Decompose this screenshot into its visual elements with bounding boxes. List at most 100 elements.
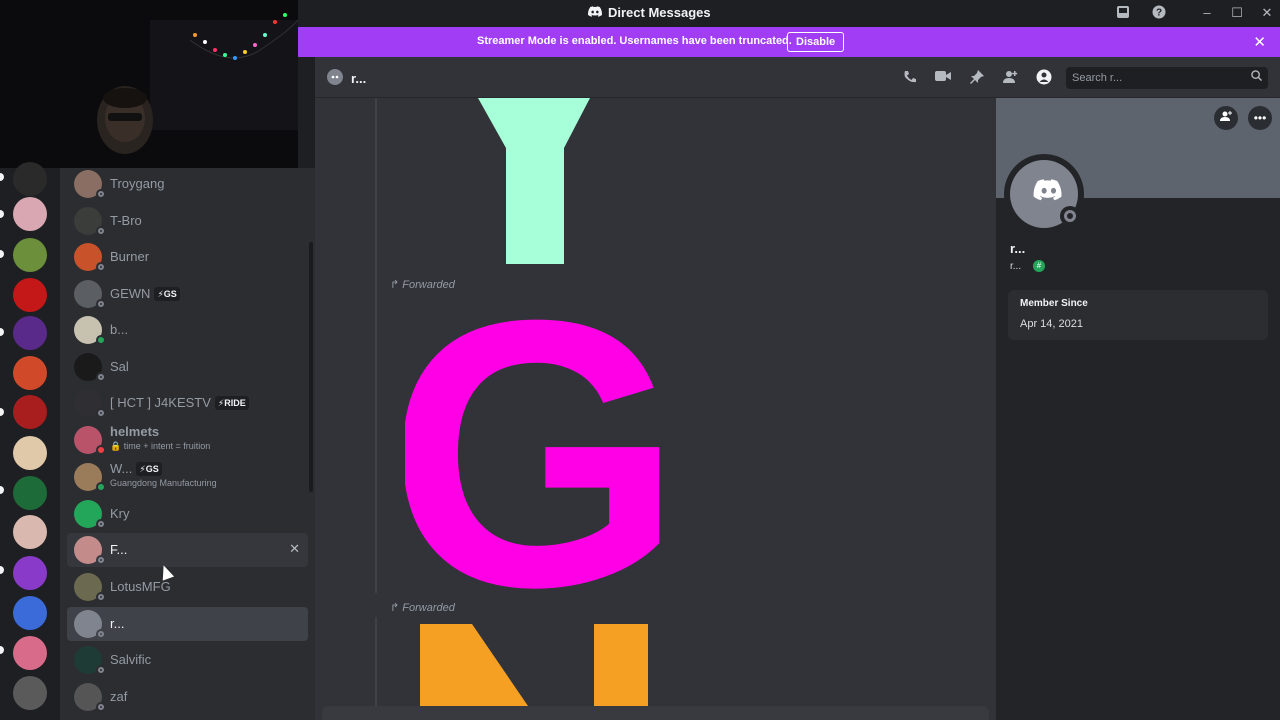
server-icon[interactable] [13, 356, 47, 390]
dm-item-r[interactable]: r... [67, 607, 308, 641]
unread-pip [0, 328, 4, 336]
clan-tag: ⚡GS [136, 462, 162, 476]
pin-icon[interactable] [968, 69, 986, 87]
status-indicator [96, 629, 106, 639]
server-icon[interactable] [13, 395, 47, 429]
dm-item-sal[interactable]: Sal [67, 350, 308, 384]
dm-item-gewn[interactable]: GEWN ⚡GS [67, 277, 308, 311]
dm-name: Burner [110, 249, 150, 264]
dm-name: LotusMFG [110, 579, 171, 594]
server-icon[interactable] [13, 676, 47, 710]
forwarded-image-y[interactable] [478, 98, 590, 264]
dm-name: r... [110, 616, 125, 631]
streamer-mode-message: Streamer Mode is enabled. Usernames have… [477, 35, 792, 47]
status-indicator [96, 592, 106, 602]
maximize-button[interactable]: ☐ [1229, 5, 1245, 21]
streamer-mode-banner: Streamer Mode is enabled. Usernames have… [298, 27, 1280, 57]
dm-name: Sal [110, 359, 129, 374]
dm-item-burner[interactable]: Burner [67, 240, 308, 274]
unread-pip [0, 646, 4, 654]
forwarded-text: Forwarded [402, 279, 455, 291]
status-indicator [1060, 206, 1080, 226]
server-icon[interactable] [13, 476, 47, 510]
disable-streamer-mode-button[interactable]: Disable [787, 32, 845, 52]
dm-item-w[interactable]: W... ⚡GS Guangdong Manufacturing [67, 460, 308, 494]
dm-avatar-icon [327, 69, 343, 88]
forwarded-image-n[interactable] [420, 624, 648, 706]
server-icon[interactable] [13, 636, 47, 670]
forward-arrow-icon: ↱ [390, 602, 403, 614]
server-icon[interactable] [13, 556, 47, 590]
unread-pip [0, 486, 4, 494]
dm-item-j4kestv[interactable]: [ HCT ] J4KESTV ⚡RIDE [67, 386, 308, 420]
profile-display-name: r... [1010, 241, 1026, 256]
member-since-card: Member Since Apr 14, 2021 [1008, 290, 1268, 340]
dm-item-t-bro[interactable]: T-Bro [67, 204, 308, 238]
status-indicator [96, 262, 106, 272]
add-friend-icon[interactable] [1214, 106, 1238, 130]
close-dm-icon[interactable]: ✕ [289, 541, 300, 557]
forwarded-label: ↱ Forwarded [390, 278, 455, 291]
unread-pip [0, 250, 4, 258]
server-icon[interactable] [13, 316, 47, 350]
server-list [0, 162, 60, 720]
close-banner-icon[interactable]: ✕ [1253, 33, 1266, 51]
dm-name: Troygang [110, 176, 165, 191]
dm-item-salvific[interactable]: Salvific [67, 643, 308, 677]
forward-divider [375, 617, 377, 707]
close-window-button[interactable]: ✕ [1259, 5, 1275, 21]
more-options-icon[interactable]: ••• [1248, 106, 1272, 130]
minimize-button[interactable]: – [1199, 5, 1215, 21]
video-call-icon[interactable] [934, 69, 952, 87]
unread-pip [0, 210, 4, 218]
search-input[interactable] [1072, 70, 1242, 86]
inbox-icon[interactable] [1115, 5, 1131, 21]
dm-item-zaf[interactable]: zaf [67, 680, 308, 714]
search-icon[interactable] [1251, 70, 1263, 84]
profile-icon[interactable] [1035, 69, 1053, 87]
member-since-date: Apr 14, 2021 [1020, 318, 1083, 330]
dm-custom-status: 🔒 time + intent = fruition [110, 441, 211, 451]
dm-item-helmets[interactable]: helmets 🔒 time + intent = fruition [67, 423, 308, 457]
server-icon[interactable] [13, 238, 47, 272]
server-icon[interactable] [13, 596, 47, 630]
forwarded-image-g[interactable]: G [405, 302, 665, 590]
search-bar[interactable] [1066, 67, 1268, 89]
forward-arrow-icon: ↱ [390, 279, 403, 291]
dm-name: [ HCT ] J4KESTV ⚡RIDE [110, 395, 249, 410]
dm-item-kry[interactable]: Kry [67, 497, 308, 531]
clan-tag: ⚡GS [154, 287, 180, 301]
dm-item-b[interactable]: b... [67, 313, 308, 347]
dm-name: F... [110, 542, 128, 557]
dm-list-scrollbar[interactable] [309, 242, 313, 492]
dm-item-f[interactable]: F... ✕ [67, 533, 308, 567]
status-indicator [96, 408, 106, 418]
dm-custom-status: Guangdong Manufacturing [110, 478, 217, 488]
unread-pip [0, 408, 4, 416]
server-icon[interactable] [13, 278, 47, 312]
window-title: Direct Messages [588, 5, 711, 20]
dm-name: helmets [110, 424, 160, 439]
forwarded-label: ↱ Forwarded [390, 601, 455, 614]
dm-name-text: GEWN [110, 286, 151, 301]
dm-item-troygang[interactable]: Troygang [67, 167, 308, 201]
member-since-label: Member Since [1020, 298, 1088, 309]
server-icon[interactable] [13, 436, 47, 470]
server-icon[interactable] [13, 197, 47, 231]
dm-name: b... [110, 322, 129, 337]
chat-header: r... [315, 57, 1280, 98]
add-friends-icon[interactable] [1001, 69, 1019, 87]
status-indicator [96, 189, 106, 199]
clan-tag: ⚡RIDE [214, 396, 249, 410]
discord-logo-icon [588, 5, 603, 20]
dm-name: Salvific [110, 652, 152, 667]
dm-item-lotusmfg[interactable]: LotusMFG [67, 570, 308, 604]
message-composer[interactable] [322, 706, 989, 720]
help-icon[interactable]: ? [1151, 5, 1167, 21]
dm-name: Kry [110, 506, 130, 521]
status-indicator [96, 555, 106, 565]
profile-avatar[interactable] [1004, 154, 1084, 234]
voice-call-icon[interactable] [901, 69, 919, 87]
server-icon[interactable] [13, 515, 47, 549]
server-icon[interactable] [13, 162, 47, 196]
